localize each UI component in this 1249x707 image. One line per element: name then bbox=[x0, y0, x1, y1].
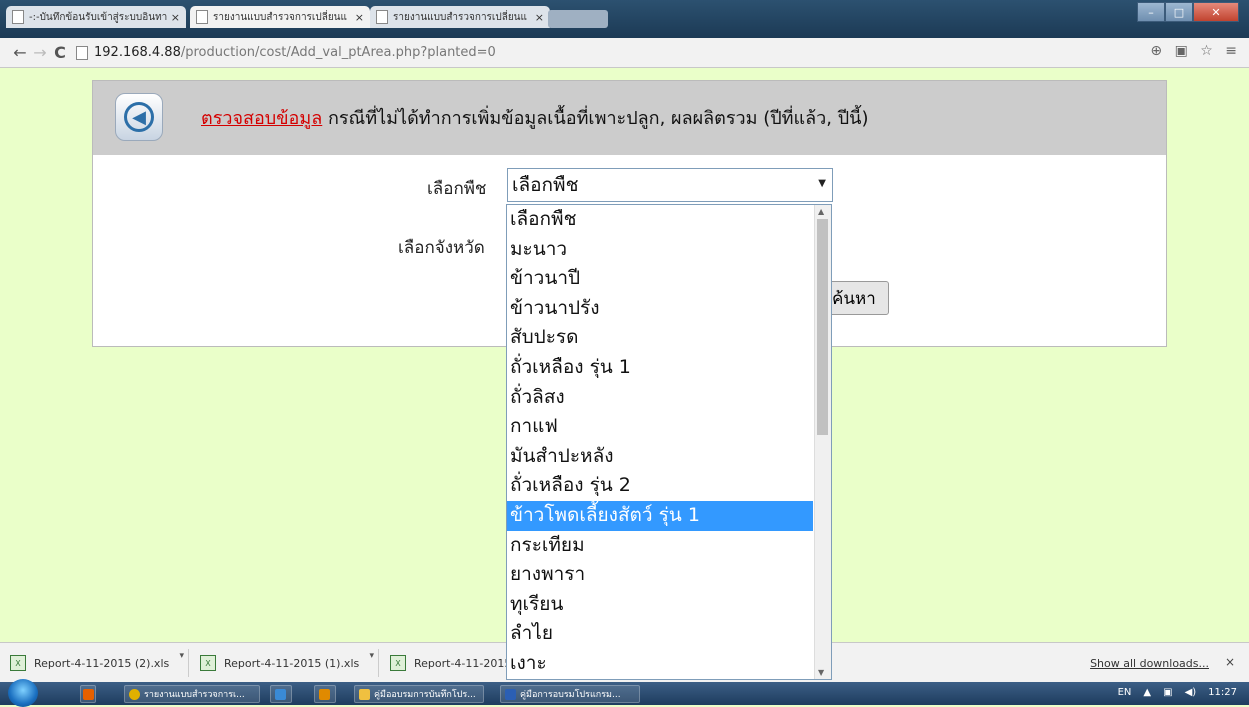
back-button[interactable]: ◀ bbox=[115, 93, 163, 141]
tab-label: รายงานแบบสำรวจการเปลี่ยนแ bbox=[393, 11, 527, 23]
new-tab-button[interactable] bbox=[548, 10, 608, 28]
crop-select-value: เลือกพืช bbox=[512, 174, 579, 196]
close-downloads-icon[interactable]: × bbox=[1225, 655, 1235, 669]
language-indicator[interactable]: EN bbox=[1118, 687, 1132, 698]
windows-taskbar: รายงานแบบสำรวจการเ... คู่มืออบรมการบันทึ… bbox=[0, 679, 1249, 707]
clock[interactable]: 11:27 bbox=[1208, 687, 1237, 698]
start-button[interactable] bbox=[8, 679, 38, 707]
word-icon bbox=[505, 688, 516, 700]
minimize-button[interactable]: – bbox=[1137, 2, 1165, 22]
ie-icon[interactable] bbox=[270, 685, 292, 703]
forward-arrow-icon[interactable]: → bbox=[30, 43, 50, 62]
media-icon[interactable] bbox=[314, 685, 336, 703]
page-icon bbox=[76, 45, 88, 60]
taskbar-label: คู่มือการอบรมโปรแกรม... bbox=[520, 690, 621, 700]
window-controls: – □ ✕ bbox=[1137, 2, 1239, 22]
dropdown-arrow-icon: ▼ bbox=[818, 178, 826, 189]
volume-icon[interactable]: ◀) bbox=[1185, 687, 1197, 698]
excel-file-icon: X bbox=[10, 655, 26, 671]
taskbar-chrome[interactable]: รายงานแบบสำรวจการเ... bbox=[124, 685, 260, 703]
scroll-up-icon[interactable]: ▲ bbox=[818, 207, 824, 216]
download-name: Report-4-11-2015 (2).xls bbox=[34, 656, 170, 670]
check-data-link[interactable]: ตรวจสอบข้อมูล bbox=[201, 108, 322, 129]
tab-report-2[interactable]: รายงานแบบสำรวจการเปลี่ยนแ × bbox=[370, 6, 550, 28]
download-name: Report-4-11-2015 (1).xls bbox=[224, 656, 360, 670]
dropdown-option[interactable]: ถั่วลิสง bbox=[507, 383, 813, 413]
browser-toolbar: ← → C 192.168.4.88/production/cost/Add_v… bbox=[0, 38, 1249, 68]
panel-header: ◀ ตรวจสอบข้อมูล กรณีที่ไม่ได้ทำการเพิ่มข… bbox=[93, 81, 1166, 155]
url-host: 192.168.4.88 bbox=[94, 45, 181, 60]
dropdown-option[interactable]: มะนาว bbox=[507, 235, 813, 265]
dropdown-option[interactable]: กาแฟ bbox=[507, 412, 813, 442]
download-item[interactable]: X Report-4-11-2015 (2).xls ▾ bbox=[0, 649, 189, 677]
firefox-icon[interactable] bbox=[80, 685, 96, 703]
page-icon bbox=[12, 10, 24, 24]
header-description: กรณีที่ไม่ได้ทำการเพิ่มข้อมูลเนื้อที่เพา… bbox=[322, 108, 869, 129]
dropdown-option[interactable]: สับปะรด bbox=[507, 323, 813, 353]
folder-icon bbox=[359, 688, 370, 700]
dropdown-option[interactable]: ข้าวโพดเลี้ยงสัตว์ รุ่น 1 bbox=[507, 500, 813, 531]
system-tray: EN ▲ ▣ ◀) 11:27 bbox=[1118, 687, 1237, 698]
dropdown-option[interactable]: กระเทียม bbox=[507, 531, 813, 561]
crop-label: เลือกพืช bbox=[427, 179, 487, 199]
download-item[interactable]: X Report-4-11-2015 (1).xls ▾ bbox=[190, 649, 379, 677]
page-icon bbox=[196, 10, 208, 24]
url-path: /production/cost/Add_val_ptArea.php?plan… bbox=[180, 45, 496, 60]
tab-label: -:-บันทึกข้อนรับเข้าสู่ระบบอินทา bbox=[29, 11, 167, 23]
dropdown-option[interactable]: เลือกพืช bbox=[507, 205, 813, 235]
taskbar-folder[interactable]: คู่มืออบรมการบันทึกโปร... bbox=[354, 685, 484, 703]
tab-close-icon[interactable]: × bbox=[171, 11, 180, 24]
download-menu-icon[interactable]: ▾ bbox=[179, 651, 184, 661]
scrollbar-thumb[interactable] bbox=[817, 219, 828, 435]
maximize-button[interactable]: □ bbox=[1165, 2, 1193, 22]
address-bar[interactable]: 192.168.4.88/production/cost/Add_val_ptA… bbox=[76, 45, 496, 60]
toolbar-icons[interactable]: ⊕ ▣ ☆ ≡ bbox=[1150, 43, 1241, 59]
back-circle-icon: ◀ bbox=[124, 102, 154, 132]
crop-select[interactable]: เลือกพืช ▼ bbox=[507, 168, 833, 202]
excel-file-icon: X bbox=[200, 655, 216, 671]
excel-file-icon: X bbox=[390, 655, 406, 671]
dropdown-scrollbar[interactable]: ▲ ▼ bbox=[814, 205, 831, 679]
province-label: เลือกจังหวัด bbox=[398, 238, 485, 258]
dropdown-option[interactable]: ลำไย bbox=[507, 619, 813, 649]
taskbar-word[interactable]: คู่มือการอบรมโปรแกรม... bbox=[500, 685, 640, 703]
close-window-button[interactable]: ✕ bbox=[1193, 2, 1239, 22]
tab-close-icon[interactable]: × bbox=[535, 11, 544, 24]
page-icon bbox=[376, 10, 388, 24]
dropdown-option[interactable]: ทุเรียน bbox=[507, 590, 813, 620]
taskbar-label: รายงานแบบสำรวจการเ... bbox=[144, 690, 245, 700]
show-all-downloads-link[interactable]: Show all downloads... bbox=[1090, 657, 1209, 670]
header-text: ตรวจสอบข้อมูล กรณีที่ไม่ได้ทำการเพิ่มข้อ… bbox=[201, 103, 868, 132]
crop-dropdown-list[interactable]: เลือกพืช มะนาว ข้าวนาปี ข้าวนาปรัง สับปะรด ถั… bbox=[506, 204, 832, 680]
download-menu-icon[interactable]: ▾ bbox=[369, 651, 374, 661]
browser-titlebar: -:-บันทึกข้อนรับเข้าสู่ระบบอินทา × รายงา… bbox=[0, 0, 1249, 38]
tab-login[interactable]: -:-บันทึกข้อนรับเข้าสู่ระบบอินทา × bbox=[6, 6, 186, 28]
scroll-down-icon[interactable]: ▼ bbox=[818, 668, 824, 677]
dropdown-option[interactable]: ข้าวนาปรัง bbox=[507, 294, 813, 324]
reload-icon[interactable]: C bbox=[50, 43, 70, 62]
dropdown-option[interactable]: เงาะ bbox=[507, 649, 813, 679]
back-arrow-icon[interactable]: ← bbox=[10, 43, 30, 62]
network-icon[interactable]: ▣ bbox=[1163, 687, 1172, 698]
taskbar-label: คู่มืออบรมการบันทึกโปร... bbox=[374, 690, 476, 700]
dropdown-option[interactable]: ยางพารา bbox=[507, 560, 813, 590]
dropdown-option[interactable]: ถั่วเหลือง รุ่น 2 bbox=[507, 471, 813, 501]
dropdown-option[interactable]: ถั่วเหลือง รุ่น 1 bbox=[507, 353, 813, 383]
tab-report-active[interactable]: รายงานแบบสำรวจการเปลี่ยนแ × bbox=[190, 6, 370, 28]
tab-label: รายงานแบบสำรวจการเปลี่ยนแ bbox=[213, 11, 347, 23]
tray-arrow-icon[interactable]: ▲ bbox=[1143, 687, 1151, 698]
chrome-icon bbox=[129, 688, 140, 700]
dropdown-option[interactable]: มันสำปะหลัง bbox=[507, 442, 813, 472]
tab-close-icon[interactable]: × bbox=[355, 11, 364, 24]
dropdown-option[interactable]: ข้าวนาปี bbox=[507, 264, 813, 294]
